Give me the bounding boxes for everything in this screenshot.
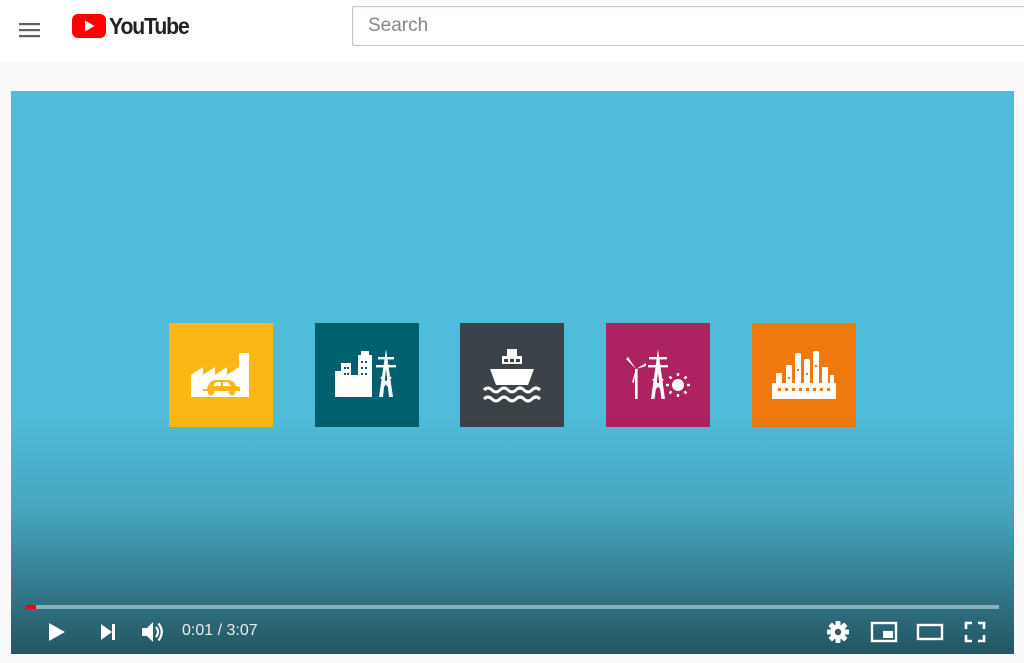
logo-text: YouTube xyxy=(109,12,190,39)
search-input[interactable] xyxy=(352,6,1024,46)
tile-wind-solar-pylon xyxy=(606,323,710,427)
fullscreen-icon xyxy=(964,621,986,643)
current-time: 0:01 xyxy=(182,622,214,639)
time-separator: / xyxy=(213,622,227,639)
play-button[interactable] xyxy=(39,615,73,649)
guide-menu-button[interactable] xyxy=(8,10,48,50)
youtube-play-logo-icon xyxy=(72,14,106,38)
video-player[interactable]: 0:01 / 3:07 xyxy=(11,91,1014,654)
tile-factory-car xyxy=(169,323,273,427)
settings-icon xyxy=(827,621,849,643)
factory-car-icon xyxy=(191,353,249,397)
ship-icon xyxy=(482,349,542,403)
progress-bar[interactable] xyxy=(26,605,999,609)
theater-mode-icon xyxy=(916,623,944,641)
hamburger-menu-icon xyxy=(19,23,40,38)
fullscreen-button[interactable] xyxy=(958,615,992,649)
progress-played xyxy=(26,605,36,609)
city-powerline-icon xyxy=(335,349,396,397)
refinery-icon xyxy=(772,351,836,399)
next-button[interactable] xyxy=(91,615,125,649)
theater-mode-button[interactable] xyxy=(913,615,947,649)
time-display: 0:01 / 3:07 xyxy=(182,622,258,640)
mute-button[interactable] xyxy=(135,615,169,649)
play-icon xyxy=(49,623,65,641)
settings-button[interactable] xyxy=(821,615,855,649)
tile-city-powerline xyxy=(315,323,419,427)
next-icon xyxy=(101,624,115,640)
masthead: YouTube xyxy=(0,0,1024,62)
tile-refinery xyxy=(752,323,856,427)
wind-solar-pylon-icon xyxy=(626,349,690,399)
youtube-logo[interactable]: YouTube xyxy=(72,10,196,42)
volume-icon xyxy=(142,622,163,642)
tile-ship xyxy=(460,323,564,427)
miniplayer-icon xyxy=(870,621,898,643)
miniplayer-button[interactable] xyxy=(867,615,901,649)
duration: 3:07 xyxy=(226,622,258,639)
